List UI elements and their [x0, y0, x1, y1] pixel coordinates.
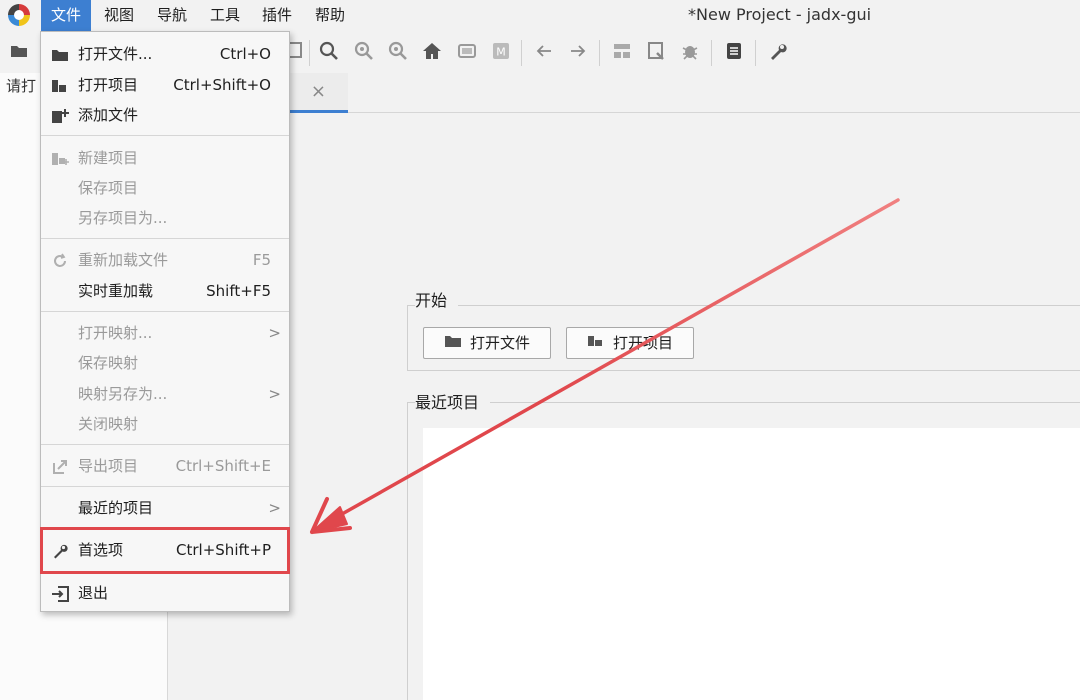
- log-icon[interactable]: [723, 41, 745, 63]
- menu-file[interactable]: 文件: [41, 0, 92, 31]
- chevron-right-icon: >: [268, 324, 281, 342]
- file-menu-dropdown: 打开文件... Ctrl+O 打开项目 Ctrl+Shift+O 添加文件 新建…: [40, 31, 290, 612]
- open-project-button[interactable]: 打开项目: [566, 327, 694, 359]
- project-open-icon: [50, 70, 70, 100]
- menu-bar: 文件 视图 导航 工具 插件 帮助 *New Project - jadx-gu…: [0, 0, 1080, 31]
- menu-item-label: 保存项目: [78, 179, 139, 197]
- window-title: *New Project - jadx-gui: [688, 5, 872, 24]
- new-project-icon: [50, 143, 70, 173]
- chevron-right-icon: >: [268, 385, 281, 403]
- menu-item-export-project: 导出项目 Ctrl+Shift+E: [41, 451, 289, 481]
- menu-item-close-mappings: 关闭映射: [41, 409, 289, 439]
- search-usage-icon[interactable]: [387, 41, 409, 63]
- recent-group-title: 最近项目: [415, 389, 486, 413]
- menu-item-shortcut: Ctrl+O: [219, 45, 271, 63]
- menu-item-label: 关闭映射: [78, 415, 139, 433]
- project-open-icon: [587, 330, 605, 360]
- recent-projects-list[interactable]: [423, 428, 1080, 700]
- mark-icon[interactable]: M: [490, 41, 512, 63]
- debug-icon[interactable]: [679, 41, 701, 63]
- menu-item-shortcut: Shift+F5: [206, 282, 271, 300]
- menu-item-shortcut: Ctrl+Shift+P: [176, 541, 271, 559]
- menu-item-label: 导出项目: [78, 457, 139, 475]
- open-project-button-label: 打开项目: [613, 334, 674, 352]
- menu-item-shortcut: F5: [252, 251, 271, 269]
- menu-item-save-project-as: 另存项目为...: [41, 203, 289, 233]
- menu-view[interactable]: 视图: [94, 0, 144, 31]
- menu-item-reload-files: 重新加载文件 F5: [41, 245, 289, 275]
- wrench-icon: [50, 535, 70, 565]
- tab-content-divider: [348, 112, 1080, 113]
- window-icon[interactable]: [456, 41, 478, 63]
- reload-icon: [50, 245, 70, 275]
- menu-item-label: 退出: [78, 584, 109, 602]
- menu-item-label: 打开文件...: [78, 45, 153, 63]
- menu-item-add-file[interactable]: 添加文件: [41, 100, 289, 130]
- menu-item-label: 保存映射: [78, 354, 139, 372]
- find-icon[interactable]: [645, 41, 667, 63]
- menu-item-label: 另存项目为...: [78, 209, 168, 227]
- exit-icon: [50, 578, 70, 608]
- forward-arrow-icon[interactable]: [567, 41, 589, 63]
- menu-item-exit[interactable]: 退出: [41, 578, 289, 608]
- menu-item-label: 新建项目: [78, 149, 139, 167]
- menu-item-new-project: 新建项目: [41, 143, 289, 173]
- menu-tools[interactable]: 工具: [200, 0, 250, 31]
- menu-item-save-mappings-as: 映射另存为... >: [41, 379, 289, 409]
- menu-navigation[interactable]: 导航: [147, 0, 197, 31]
- menu-item-save-mappings: 保存映射: [41, 348, 289, 378]
- menu-item-save-project: 保存项目: [41, 173, 289, 203]
- open-folder-icon[interactable]: [8, 41, 30, 63]
- menu-item-preferences[interactable]: 首选项 Ctrl+Shift+P: [41, 535, 289, 565]
- search-icon[interactable]: [318, 41, 340, 63]
- menu-item-label: 打开映射...: [78, 324, 153, 342]
- chevron-right-icon: >: [268, 499, 281, 517]
- add-file-icon: [50, 100, 70, 130]
- app-logo-icon: [8, 4, 30, 26]
- menu-item-recent-projects[interactable]: 最近的项目 >: [41, 493, 289, 523]
- menu-item-label: 添加文件: [78, 106, 139, 124]
- folder-open-icon: [444, 330, 462, 360]
- menu-item-open-file[interactable]: 打开文件... Ctrl+O: [41, 39, 289, 69]
- menu-item-shortcut: Ctrl+Shift+O: [173, 76, 271, 94]
- home-icon[interactable]: [421, 41, 443, 63]
- svg-text:M: M: [496, 46, 506, 59]
- menu-plugins[interactable]: 插件: [252, 0, 302, 31]
- folder-open-icon: [50, 39, 70, 69]
- search-class-icon[interactable]: [353, 41, 375, 63]
- menu-item-label: 重新加载文件: [78, 251, 169, 269]
- open-file-button-label: 打开文件: [470, 334, 531, 352]
- decompile-icon[interactable]: [611, 41, 633, 63]
- start-group-title: 开始: [415, 287, 454, 311]
- menu-help[interactable]: 帮助: [305, 0, 355, 31]
- menu-item-shortcut: Ctrl+Shift+E: [175, 457, 271, 475]
- export-icon: [50, 451, 70, 481]
- wrench-icon[interactable]: [767, 41, 789, 63]
- open-file-button[interactable]: 打开文件: [423, 327, 551, 359]
- menu-item-live-reload[interactable]: 实时重加载 Shift+F5: [41, 276, 289, 306]
- menu-item-label: 最近的项目: [78, 499, 154, 517]
- menu-item-open-mappings: 打开映射... >: [41, 318, 289, 348]
- menu-item-label: 实时重加载: [78, 282, 154, 300]
- back-arrow-icon[interactable]: [533, 41, 555, 63]
- menu-item-label: 打开项目: [78, 76, 139, 94]
- left-panel-text: 请打: [6, 77, 37, 95]
- menu-item-label: 首选项: [78, 541, 124, 559]
- menu-item-open-project[interactable]: 打开项目 Ctrl+Shift+O: [41, 70, 289, 100]
- close-icon[interactable]: ×: [311, 81, 326, 102]
- menu-item-label: 映射另存为...: [78, 385, 168, 403]
